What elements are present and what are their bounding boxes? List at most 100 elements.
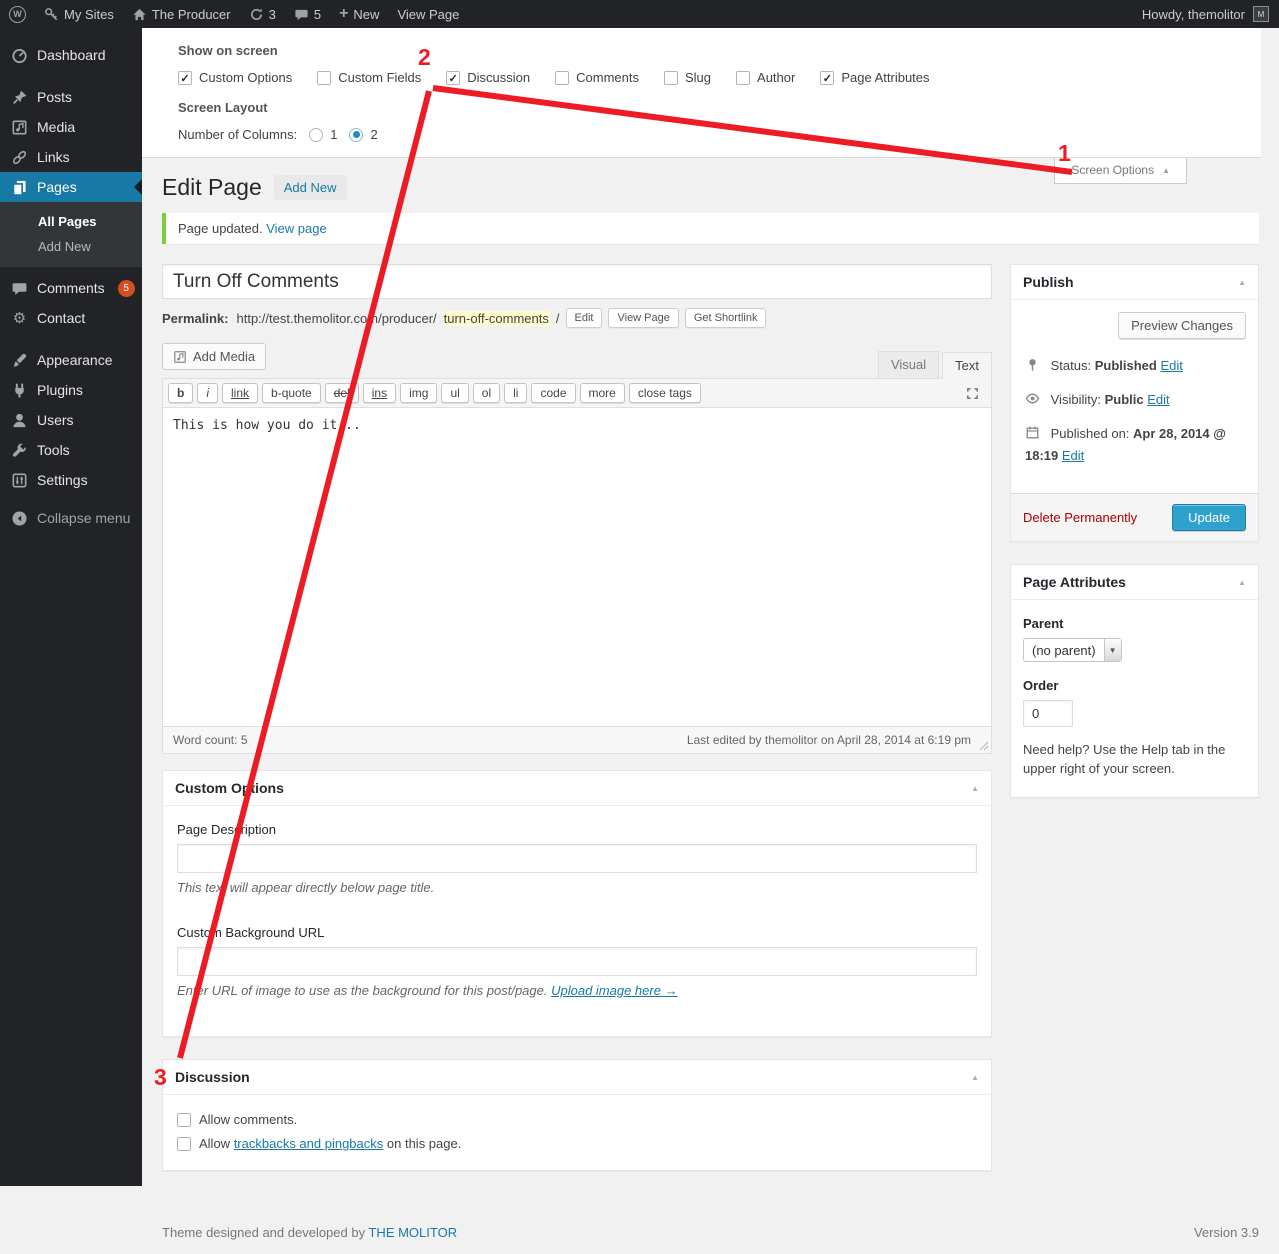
sidebar-item-users[interactable]: Users — [0, 405, 142, 435]
checkbox-discussion[interactable] — [446, 71, 460, 85]
preview-changes-button[interactable]: Preview Changes — [1118, 312, 1246, 339]
notice-message: Page updated. — [178, 221, 263, 236]
tab-text[interactable]: Text — [942, 352, 992, 379]
radio-2-columns[interactable] — [349, 128, 363, 142]
get-shortlink-button[interactable]: Get Shortlink — [685, 308, 767, 328]
option-custom-options[interactable]: Custom Options — [178, 70, 292, 85]
edit-permalink-button[interactable]: Edit — [566, 308, 603, 328]
checkbox-page-attributes[interactable] — [820, 71, 834, 85]
qt-img-button[interactable]: img — [400, 383, 437, 403]
checkbox-custom-fields[interactable] — [317, 71, 331, 85]
publish-header[interactable]: Publish ▲ — [1011, 265, 1258, 300]
add-media-button[interactable]: Add Media — [162, 343, 266, 370]
key-icon — [44, 7, 59, 22]
sidebar-item-settings[interactable]: Settings — [0, 465, 142, 495]
updates-menu[interactable]: 3 — [240, 0, 285, 28]
columns-option-1[interactable]: 1 — [309, 127, 337, 142]
sidebar-item-media[interactable]: Media — [0, 112, 142, 142]
sidebar-item-add-new[interactable]: Add New — [0, 234, 142, 259]
trackbacks-link[interactable]: trackbacks and pingbacks — [234, 1136, 384, 1151]
allow-trackbacks-row[interactable]: Allow trackbacks and pingbacks on this p… — [177, 1136, 977, 1151]
option-discussion[interactable]: Discussion — [446, 70, 530, 85]
allow-comments-row[interactable]: Allow comments. — [177, 1112, 977, 1127]
view-page-menu[interactable]: View Page — [388, 0, 468, 28]
page-attributes-header[interactable]: Page Attributes ▲ — [1011, 565, 1258, 600]
status-value: Published — [1095, 358, 1157, 373]
site-name-menu[interactable]: The Producer — [123, 0, 240, 28]
editor-content[interactable]: This is how you do it... — [163, 408, 991, 726]
radio-1-column[interactable] — [309, 128, 323, 142]
sidebar-item-contact[interactable]: ⚙ Contact — [0, 303, 142, 333]
order-input[interactable] — [1023, 700, 1073, 727]
edit-published-link[interactable]: Edit — [1062, 448, 1084, 463]
sidebar-item-links[interactable]: Links — [0, 142, 142, 172]
option-custom-fields[interactable]: Custom Fields — [317, 70, 421, 85]
option-author[interactable]: Author — [736, 70, 795, 85]
qt-more-button[interactable]: more — [580, 383, 625, 403]
upload-image-link[interactable]: Upload image here → — [551, 983, 677, 998]
qt-ol-button[interactable]: ol — [473, 383, 500, 403]
new-menu[interactable]: + New — [330, 0, 388, 28]
qt-code-button[interactable]: code — [531, 383, 575, 403]
theme-credit-link[interactable]: THE MOLITOR — [368, 1225, 457, 1240]
custom-background-url-input[interactable] — [177, 947, 977, 976]
qt-link-button[interactable]: link — [222, 383, 258, 403]
comments-menu[interactable]: 5 — [285, 0, 330, 28]
resize-grip[interactable] — [977, 739, 989, 751]
checkbox-comments[interactable] — [555, 71, 569, 85]
sidebar-item-collapse-menu[interactable]: Collapse menu — [0, 503, 142, 533]
wordpress-menu[interactable]: W — [0, 0, 35, 28]
toggle-arrow-icon[interactable]: ▲ — [971, 784, 979, 793]
my-sites-menu[interactable]: My Sites — [35, 0, 123, 28]
checkbox-author[interactable] — [736, 71, 750, 85]
howdy-label[interactable]: Howdy, themolitor — [1142, 7, 1245, 22]
sidebar-item-label: Links — [37, 149, 70, 165]
sidebar-item-comments[interactable]: Comments 5 — [0, 273, 142, 303]
columns-option-2[interactable]: 2 — [349, 127, 377, 142]
qt-li-button[interactable]: li — [504, 383, 527, 403]
qt-italic-button[interactable]: i — [197, 383, 218, 403]
checkbox-custom-options[interactable] — [178, 71, 192, 85]
qt-close-tags-button[interactable]: close tags — [629, 383, 701, 403]
edit-status-link[interactable]: Edit — [1160, 358, 1182, 373]
option-comments[interactable]: Comments — [555, 70, 639, 85]
view-page-link[interactable]: View page — [266, 221, 326, 236]
parent-select[interactable]: (no parent) ▼ — [1023, 638, 1122, 662]
publish-postbox: Publish ▲ Preview Changes Status: Publis… — [1010, 264, 1259, 542]
toggle-arrow-icon[interactable]: ▲ — [971, 1073, 979, 1082]
published-on-row: Published on: Apr 28, 2014 @ 18:19 Edit — [1025, 423, 1244, 467]
page-attributes-postbox: Page Attributes ▲ Parent (no parent) ▼ O… — [1010, 564, 1259, 798]
screen-options-tab[interactable]: Screen Options ▲ — [1054, 158, 1187, 184]
qt-blockquote-button[interactable]: b-quote — [262, 383, 321, 403]
page-title-input[interactable] — [162, 264, 992, 299]
fullscreen-icon[interactable] — [965, 386, 980, 401]
edit-visibility-link[interactable]: Edit — [1147, 392, 1169, 407]
sidebar-item-dashboard[interactable]: Dashboard — [0, 40, 142, 70]
sidebar-item-appearance[interactable]: Appearance — [0, 345, 142, 375]
avatar[interactable]: M — [1253, 6, 1269, 22]
allow-trackbacks-checkbox[interactable] — [177, 1137, 191, 1151]
discussion-header[interactable]: Discussion ▲ — [163, 1060, 991, 1095]
qt-ins-button[interactable]: ins — [363, 383, 396, 403]
page-description-input[interactable] — [177, 844, 977, 873]
toggle-arrow-icon[interactable]: ▲ — [1238, 578, 1246, 587]
qt-ul-button[interactable]: ul — [441, 383, 468, 403]
view-page-button[interactable]: View Page — [608, 308, 678, 328]
sidebar-item-pages[interactable]: Pages — [0, 172, 142, 202]
sidebar-item-all-pages[interactable]: All Pages — [0, 209, 142, 234]
toggle-arrow-icon[interactable]: ▲ — [1238, 278, 1246, 287]
custom-options-header[interactable]: Custom Options ▲ — [163, 771, 991, 806]
sidebar-item-tools[interactable]: Tools — [0, 435, 142, 465]
tab-visual[interactable]: Visual — [878, 351, 939, 378]
sidebar-item-posts[interactable]: Posts — [0, 82, 142, 112]
add-new-button[interactable]: Add New — [274, 175, 347, 200]
qt-del-button[interactable]: del — [325, 383, 359, 403]
option-slug[interactable]: Slug — [664, 70, 711, 85]
checkbox-slug[interactable] — [664, 71, 678, 85]
delete-permanently-link[interactable]: Delete Permanently — [1023, 510, 1137, 525]
allow-comments-checkbox[interactable] — [177, 1113, 191, 1127]
qt-bold-button[interactable]: b — [168, 383, 193, 403]
sidebar-item-plugins[interactable]: Plugins — [0, 375, 142, 405]
update-button[interactable]: Update — [1172, 504, 1246, 531]
option-page-attributes[interactable]: Page Attributes — [820, 70, 929, 85]
